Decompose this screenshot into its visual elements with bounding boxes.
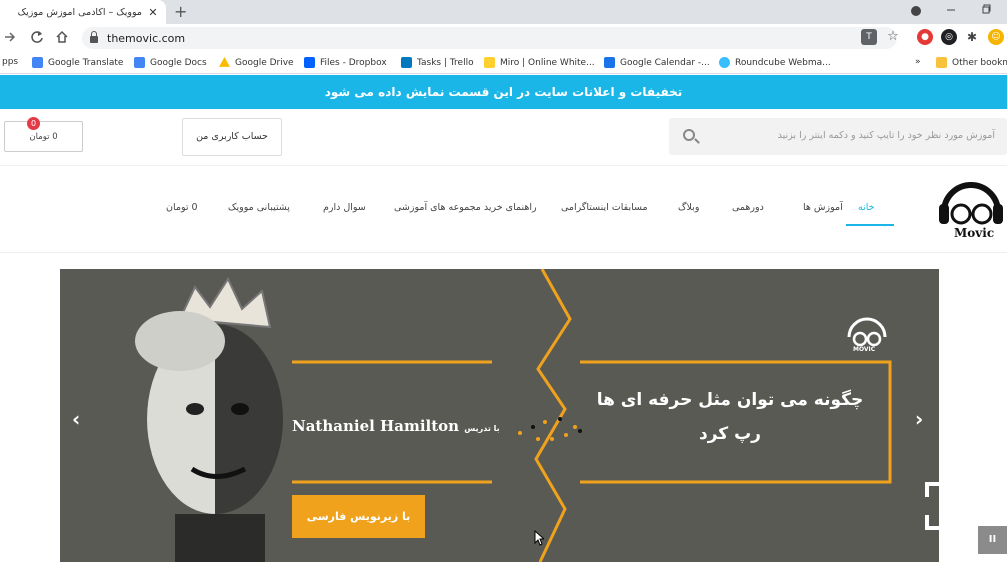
bookmark-google-docs[interactable]: Google Docs [134,57,207,68]
reload-icon[interactable] [30,30,44,48]
trello-icon [401,57,412,68]
new-tab-button[interactable]: + [174,2,187,21]
minimize-icon[interactable] [946,4,956,17]
nav-questions[interactable]: سوال دارم [323,202,366,213]
tab-close-icon[interactable]: ✕ [146,6,160,19]
mouse-cursor-icon [534,530,544,546]
restore-icon[interactable] [982,4,992,17]
bookmarks-overflow-button[interactable]: » [915,57,921,67]
headline-line-2: رپ کرد [699,424,761,444]
docs-icon [134,57,145,68]
miro-icon [484,57,495,68]
account-button[interactable]: حساب کاربری من [182,118,282,156]
bookmark-star-icon[interactable]: ☆ [885,29,901,45]
cart-label: 0 تومان [29,131,58,142]
nav-gathering[interactable]: دورهمی [732,202,764,213]
roundcube-icon [719,57,730,68]
profile-icon[interactable] [910,5,922,20]
tab-title: موویک – آکادمی آموزش موزیک [17,6,142,18]
browser-tab[interactable]: موویک – آکادمی آموزش موزیک ✕ [0,0,166,24]
slider-prev-button[interactable]: ‹ [72,407,80,431]
pause-button[interactable]: II [978,526,1007,554]
bookmark-roundcube[interactable]: Roundcube Webma... [719,57,831,68]
instructor-prefix: با تدریس [464,424,500,433]
instructor-credit: Nathaniel Hamilton با تدریس [292,417,500,435]
bookmarks-bar: pps Google Translate Google Docs Google … [0,52,1007,74]
extension-dark-icon[interactable]: ◎ [941,29,957,45]
url-text: themovic.com [107,31,186,45]
search-input[interactable]: آموزش مورد نظر خود را تایپ کنید و دکمه ا… [669,118,1007,155]
bookmark-google-drive[interactable]: Google Drive [219,57,294,68]
forward-icon[interactable] [4,30,16,48]
banner-headline: چگونه می توان مثل حرفه ای ها رپ کرد [590,383,870,451]
nav-support[interactable]: پشتیبانی موویک [228,202,290,213]
cart-button[interactable]: 0 تومان 0 [4,117,83,152]
instructor-name: Nathaniel Hamilton [292,417,460,435]
nav-active-indicator [846,224,894,226]
address-bar-row: themovic.com T ☆ ● ◎ ✱ ☺ [0,24,1007,52]
nav-cart-total[interactable]: 0 تومان [166,202,198,213]
nav-courses[interactable]: آموزش ها [803,202,843,213]
lock-icon[interactable] [90,31,98,43]
home-icon[interactable] [55,30,69,48]
translate-icon[interactable]: T [861,29,877,45]
search-placeholder: آموزش مورد نظر خود را تایپ کنید و دکمه ا… [777,130,995,141]
bookmark-dropbox[interactable]: Files - Dropbox [304,57,387,68]
url-input[interactable]: themovic.com [82,27,897,49]
folder-icon [936,57,947,68]
bookmark-google-calendar[interactable]: Google Calendar -... [604,57,710,68]
hero-slider[interactable]: ‹ › Nathaniel Hamilton با تدریس با زیرنو… [60,269,939,562]
bookmark-other[interactable]: Other bookm [936,57,1007,68]
banner-logo-text: MOVIC [853,346,876,353]
bookmark-miro[interactable]: Miro | Online White... [484,57,595,68]
nav-blog[interactable]: وبلاگ [678,202,699,213]
cart-count-badge: 0 [27,117,40,130]
translate-icon [32,57,43,68]
slider-next-button[interactable]: › [915,407,923,431]
headline-line-1: چگونه می توان مثل حرفه ای ها [596,390,864,410]
extensions-puzzle-icon[interactable]: ✱ [964,29,980,45]
drive-icon [219,57,230,67]
avatar[interactable]: ☺ [988,29,1004,45]
extension-red-icon[interactable]: ● [917,29,933,45]
search-icon[interactable] [683,129,695,141]
bookmark-trello[interactable]: Tasks | Trello [401,57,474,68]
dropbox-icon [304,57,315,68]
bookmark-apps[interactable]: pps [2,57,18,67]
nav-instagram-contests[interactable]: مسابقات اینستاگرامی [561,202,648,213]
persian-subtitle-button[interactable]: با زیرنویس فارسی [292,495,425,538]
calendar-icon [604,57,615,68]
announcement-bar: تخفیفات و اعلانات سایت در این قسمت نمایش… [0,75,1007,109]
bookmark-google-translate[interactable]: Google Translate [32,57,123,68]
browser-tab-bar: موویک – آکادمی آموزش موزیک ✕ + [0,0,1007,24]
nav-home[interactable]: خانه [858,202,875,213]
main-nav: خانه آموزش ها دورهمی وبلاگ مسابقات اینست… [0,165,1007,253]
nav-buying-guide[interactable]: راهنمای خرید مجموعه های آموزشی [394,202,537,213]
fullscreen-icon[interactable] [924,481,976,531]
logo-text: Movic [954,226,995,240]
